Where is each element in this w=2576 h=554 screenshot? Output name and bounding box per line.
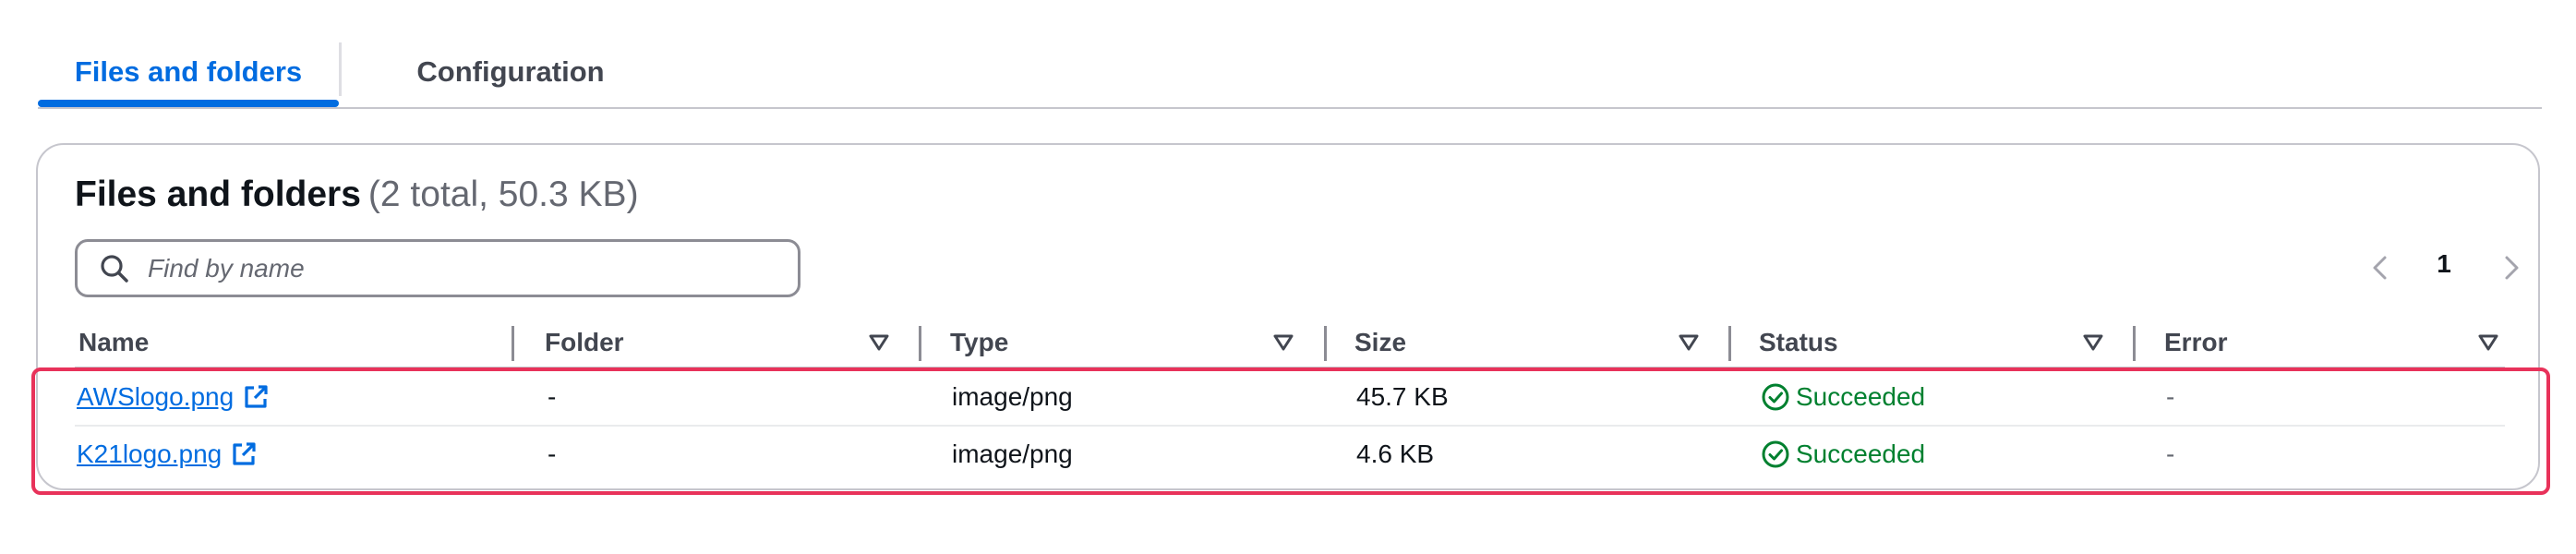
column-header-size[interactable]: Size <box>1351 319 1720 367</box>
pagination: 1 <box>2365 242 2531 294</box>
column-header-label: Type <box>950 328 1009 356</box>
sort-caret-icon[interactable] <box>2476 331 2500 355</box>
tab-divider <box>339 42 342 96</box>
files-table-container: Files and folders(2 total, 50.3 KB) 1 Na… <box>36 143 2540 490</box>
cell-status: Succeeded <box>1761 427 1925 482</box>
column-resizer[interactable] <box>1324 326 1327 361</box>
page-number[interactable]: 1 <box>2416 249 2472 279</box>
files-table: Name Folder Type Size Status Error AWSlo… <box>75 319 2505 482</box>
sort-caret-icon[interactable] <box>1677 331 1701 355</box>
chevron-left-icon[interactable] <box>2365 251 2398 284</box>
cell-name: AWSlogo.png <box>77 369 271 425</box>
search-input[interactable] <box>148 242 798 295</box>
cell-type: image/png <box>952 440 1073 468</box>
column-resizer[interactable] <box>919 326 921 361</box>
external-link-icon[interactable] <box>229 440 259 469</box>
column-resizer[interactable] <box>2133 326 2136 361</box>
tab-configuration-label: Configuration <box>416 55 605 88</box>
sort-caret-icon[interactable] <box>867 331 891 355</box>
tab-bar: Files and folders Configuration <box>38 33 2542 111</box>
sort-caret-icon[interactable] <box>1271 331 1295 355</box>
status-success-icon <box>1761 382 1790 412</box>
column-resizer[interactable] <box>512 326 514 361</box>
cell-size: 45.7 KB <box>1356 382 1449 411</box>
column-header-type[interactable]: Type <box>946 319 1316 367</box>
table-count: (2 total, 50.3 KB) <box>367 175 639 214</box>
column-header-name[interactable]: Name <box>75 319 509 367</box>
search-field[interactable] <box>75 239 800 297</box>
cell-error: - <box>2166 382 2175 411</box>
search-icon <box>98 252 131 285</box>
column-header-folder[interactable]: Folder <box>541 319 910 367</box>
sort-caret-icon[interactable] <box>2081 331 2105 355</box>
column-header-label: Size <box>1354 328 1407 356</box>
file-link[interactable]: K21logo.png <box>77 440 222 469</box>
column-header-label: Name <box>78 328 150 356</box>
status-success-icon <box>1761 440 1790 469</box>
active-tab-indicator <box>38 100 339 107</box>
cell-type: image/png <box>952 382 1073 411</box>
file-link[interactable]: AWSlogo.png <box>77 382 234 412</box>
tabs-underline <box>38 107 2542 109</box>
table-row: AWSlogo.png - image/png 45.7 KB Succeede… <box>75 369 2505 427</box>
column-header-label: Folder <box>545 328 624 356</box>
column-header-error[interactable]: Error <box>2161 319 2502 367</box>
table-header-row: Name Folder Type Size Status Error <box>75 319 2505 369</box>
column-header-label: Error <box>2164 328 2228 356</box>
cell-folder: - <box>548 440 557 468</box>
cell-folder: - <box>548 382 557 411</box>
chevron-right-icon[interactable] <box>2494 251 2527 284</box>
cell-error: - <box>2166 440 2175 468</box>
tab-configuration[interactable]: Configuration <box>354 33 668 111</box>
cell-status: Succeeded <box>1761 369 1925 425</box>
cell-size: 4.6 KB <box>1356 440 1435 468</box>
status-text: Succeeded <box>1796 382 1926 411</box>
tab-files-and-folders-label: Files and folders <box>74 55 303 88</box>
status-text: Succeeded <box>1796 440 1926 468</box>
column-resizer[interactable] <box>1728 326 1731 361</box>
column-header-status[interactable]: Status <box>1755 319 2125 367</box>
column-header-label: Status <box>1759 328 1838 356</box>
external-link-icon[interactable] <box>241 382 271 412</box>
cell-name: K21logo.png <box>77 427 259 482</box>
table-header: Files and folders (2 total, 50.3 KB) <box>75 175 639 215</box>
table-row: K21logo.png - image/png 4.6 KB Succeeded… <box>75 427 2505 482</box>
table-title: Files and folders <box>75 175 361 214</box>
